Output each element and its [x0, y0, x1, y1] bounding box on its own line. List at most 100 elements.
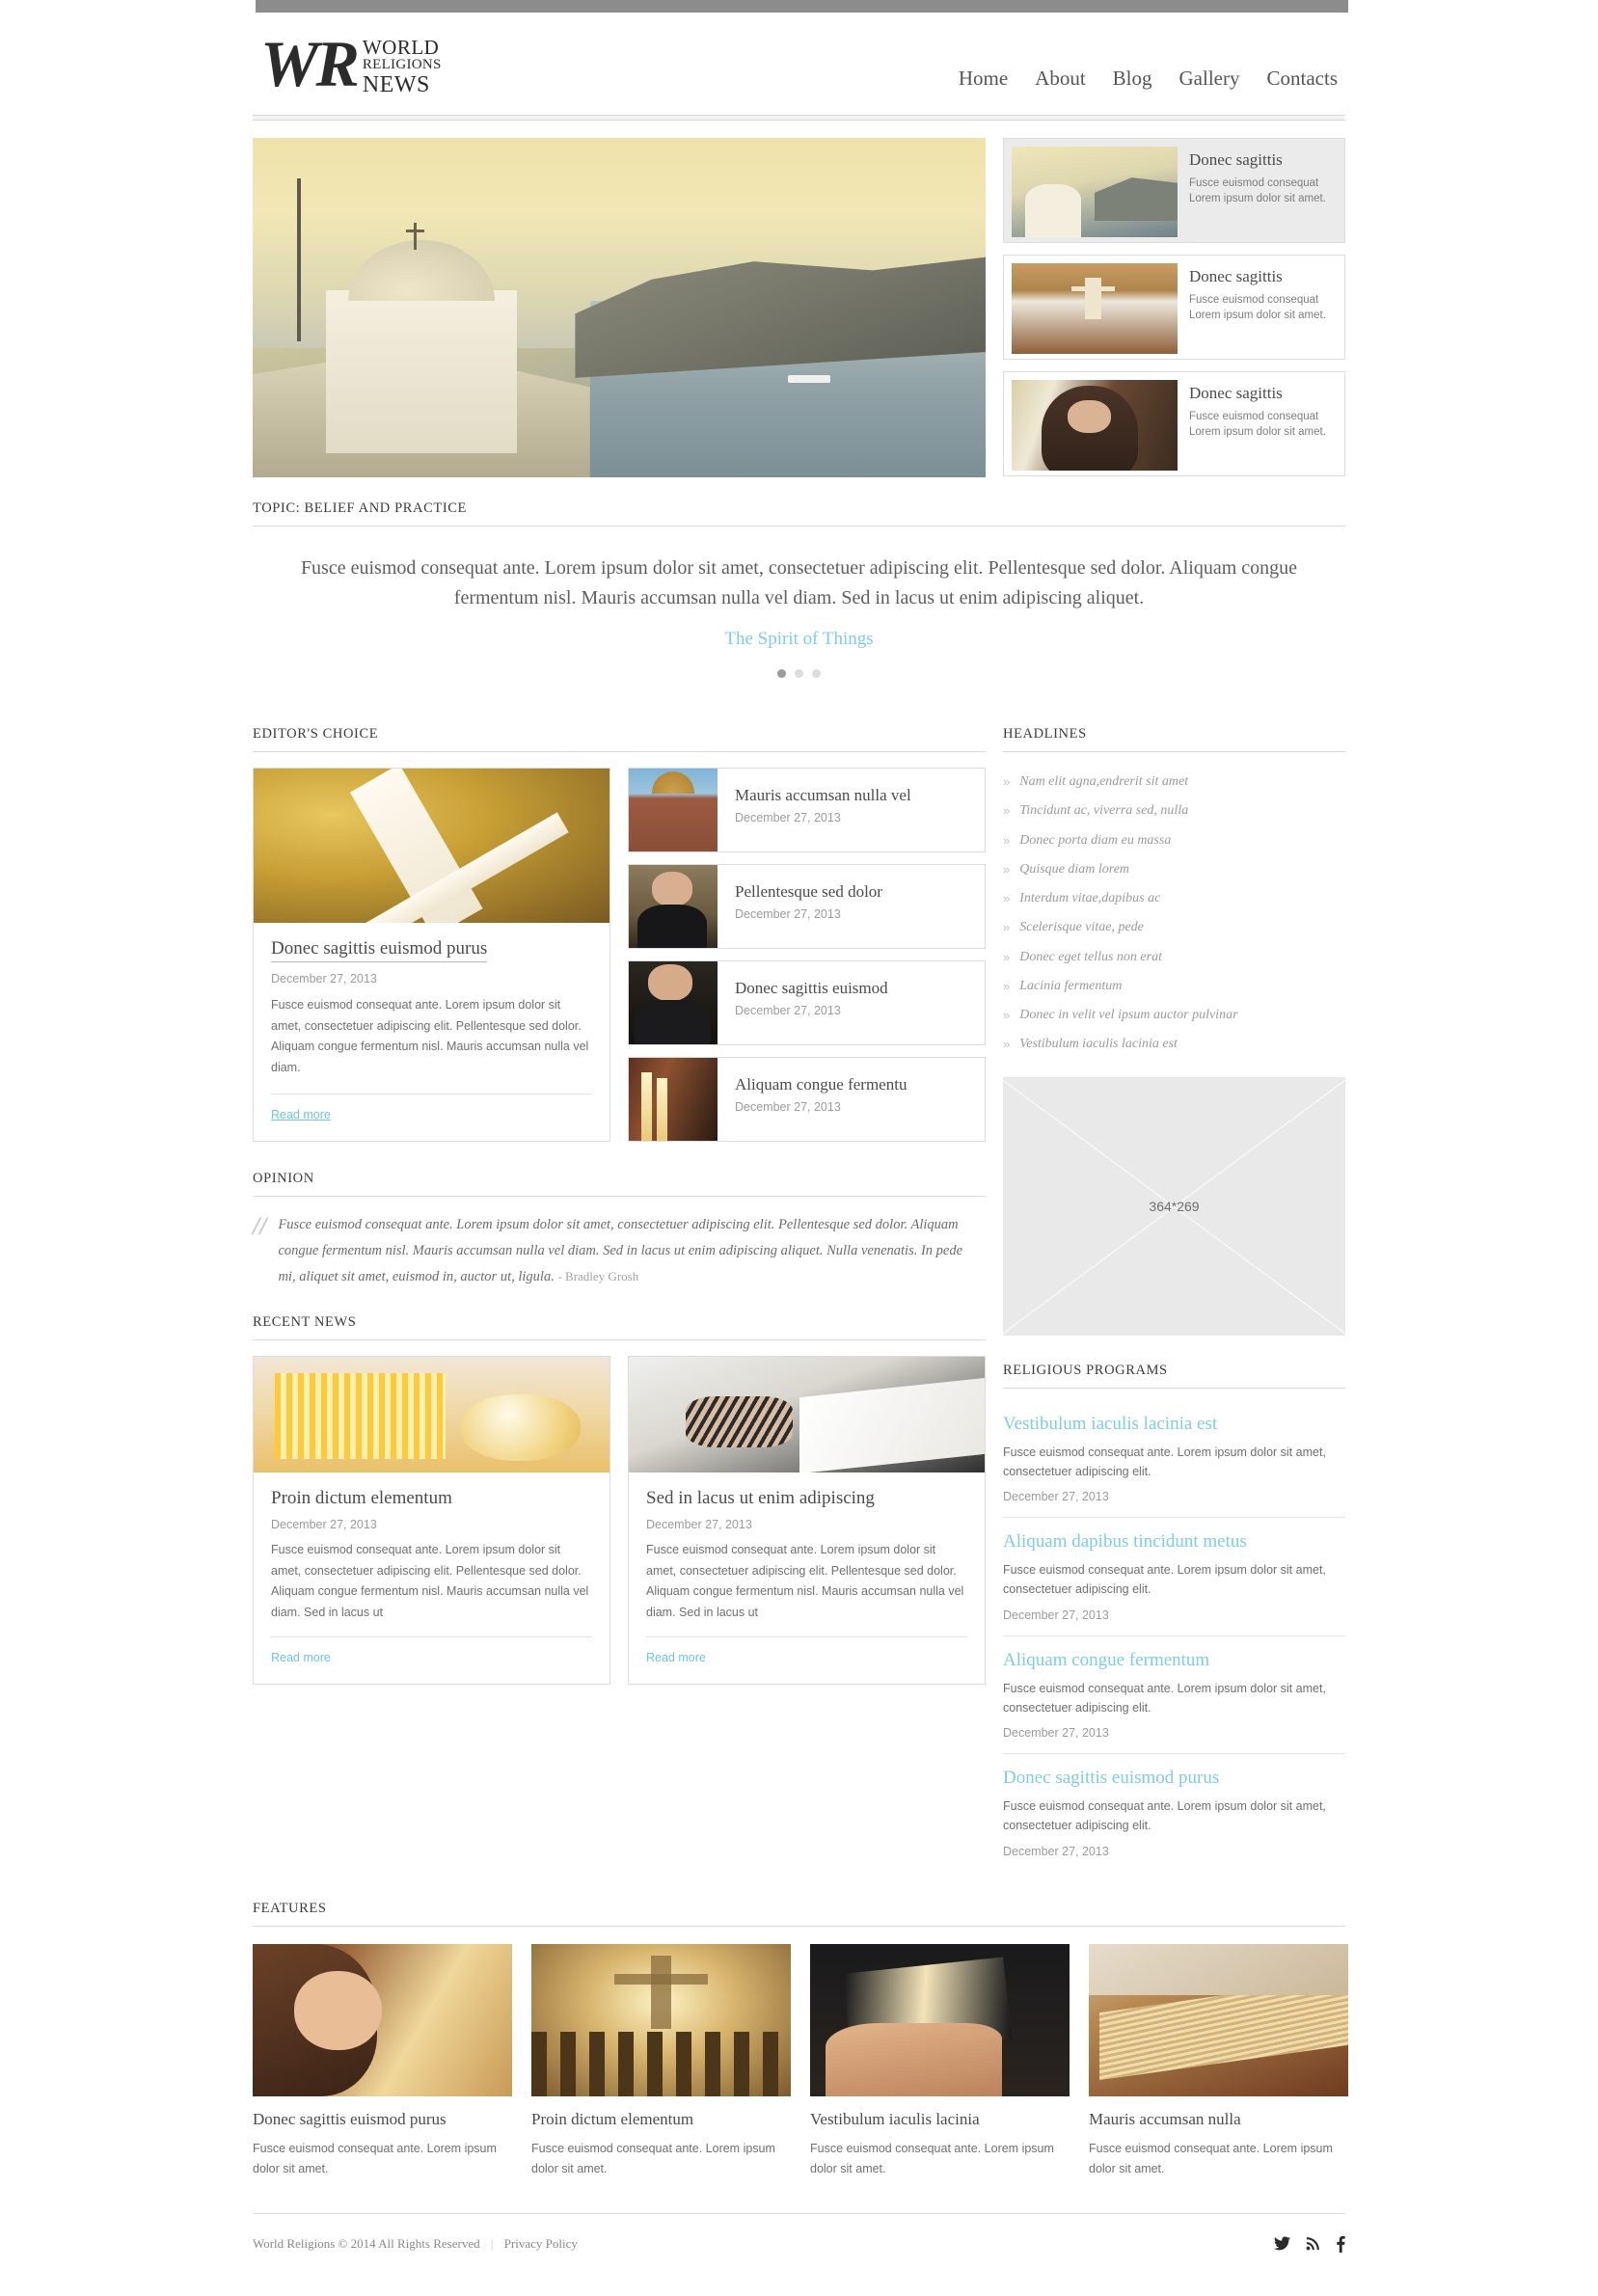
hero-card-line2: Lorem ipsum dolor sit amet. — [1189, 193, 1326, 205]
chevron-right-icon: » — [1003, 978, 1011, 993]
headline-item[interactable]: » Scelerisque vitae, pede — [1003, 913, 1345, 942]
features-header: FEATURES — [253, 1901, 1345, 1927]
social-links — [1274, 2235, 1345, 2253]
feature-card-title[interactable]: Donec sagittis euismod purus — [253, 2110, 512, 2129]
logo-wordmark: WORLD RELIGIONS NEWS — [363, 37, 442, 96]
hero-card[interactable]: Donec sagittis Fusce euismod consequat L… — [1003, 138, 1345, 243]
topic-link[interactable]: The Spirit of Things — [291, 629, 1307, 650]
headline-item[interactable]: » Donec in velit vel ipsum auctor pulvina… — [1003, 1001, 1345, 1030]
feature-card-title[interactable]: Mauris accumsan nulla — [1089, 2110, 1348, 2129]
recent-news-card[interactable]: Proin dictum elementum December 27, 2013… — [253, 1356, 610, 1686]
topic-paragraph: Fusce euismod consequat ante. Lorem ipsu… — [300, 557, 1298, 608]
headline-item[interactable]: » Nam elit agna,endrerit sit amet — [1003, 768, 1345, 797]
nav-item-gallery[interactable]: Gallery — [1179, 67, 1240, 91]
chevron-right-icon: » — [1003, 949, 1011, 964]
recent-news-read-more-link[interactable]: Read more — [646, 1651, 706, 1664]
nav-item-blog[interactable]: Blog — [1113, 67, 1152, 91]
recent-news-date: December 27, 2013 — [271, 1518, 377, 1532]
twitter-icon[interactable] — [1274, 2236, 1290, 2251]
feature-card[interactable]: Mauris accumsan nulla Fusce euismod cons… — [1089, 1943, 1348, 2180]
hero-main-image[interactable] — [253, 138, 986, 477]
hero-card-title: Donec sagittis — [1189, 150, 1283, 169]
list-item[interactable]: Aliquam congue fermentu December 27, 201… — [628, 1057, 986, 1142]
card-divider — [271, 1636, 592, 1638]
religious-programs-heading: RELIGIOUS PROGRAMS — [1003, 1362, 1168, 1378]
hero-card-thumbnail — [1012, 380, 1178, 471]
recent-news-card[interactable]: Sed in lacus ut enim adipiscing December… — [628, 1356, 986, 1686]
hero-card-line1: Fusce euismod consequat — [1189, 294, 1319, 306]
feature-card[interactable]: Proin dictum elementum Fusce euismod con… — [531, 1943, 791, 2180]
right-column: HEADLINES » Nam elit agna,endrerit sit am… — [1003, 703, 1345, 1872]
headline-item[interactable]: » Donec eget tellus non erat — [1003, 943, 1345, 972]
list-item[interactable]: Pellentesque sed dolor December 27, 2013 — [628, 864, 986, 949]
nav-item-contacts[interactable]: Contacts — [1267, 67, 1339, 91]
menorah-photo — [254, 1357, 609, 1473]
feature-read-more-link[interactable]: Read more — [271, 1108, 331, 1121]
religious-programs-header: RELIGIOUS PROGRAMS — [1003, 1363, 1345, 1389]
headline-item[interactable]: » Quisque diam lorem — [1003, 855, 1345, 884]
privacy-policy-link[interactable]: Privacy Policy — [504, 2236, 578, 2251]
program-date: December 27, 2013 — [1003, 1490, 1109, 1503]
quote-icon: // — [253, 1212, 267, 1240]
program-item[interactable]: Vestibulum iaculis lacinia est Fusce eui… — [1003, 1402, 1345, 1518]
headline-text: Donec in velit vel ipsum auctor pulvinar — [1019, 1008, 1238, 1022]
program-title[interactable]: Donec sagittis euismod purus — [1003, 1768, 1345, 1789]
editors-choice-feature-card[interactable]: Donec sagittis euismod purus December 27… — [253, 768, 610, 1142]
list-item-title[interactable]: Aliquam congue fermentu — [735, 1075, 907, 1094]
left-column: EDITOR'S CHOICE Donec sagittis euismod p… — [253, 703, 986, 1686]
program-title[interactable]: Vestibulum iaculis lacinia est — [1003, 1414, 1345, 1435]
feature-card[interactable]: Vestibulum iaculis lacinia Fusce euismod… — [810, 1943, 1070, 2180]
logo-mark: WR — [260, 27, 360, 100]
list-item-title[interactable]: Donec sagittis euismod — [735, 979, 888, 998]
hero-card-thumbnail — [1012, 263, 1178, 354]
slider-dot-3[interactable] — [812, 669, 821, 678]
program-date: December 27, 2013 — [1003, 1607, 1109, 1622]
recent-news-title[interactable]: Sed in lacus ut enim adipiscing — [646, 1488, 967, 1509]
feature-card[interactable]: Donec sagittis euismod purus Fusce euism… — [253, 1943, 512, 2180]
santorini-church-photo — [253, 138, 986, 477]
rss-icon[interactable] — [1306, 2236, 1320, 2251]
editors-choice-section: EDITOR'S CHOICE Donec sagittis euismod p… — [253, 726, 986, 1142]
feature-card-title[interactable]: Vestibulum iaculis lacinia — [810, 2110, 1070, 2129]
slider-dot-2[interactable] — [795, 669, 803, 678]
headline-item[interactable]: » Lacinia fermentum — [1003, 972, 1345, 1001]
recent-news-title[interactable]: Proin dictum elementum — [271, 1488, 592, 1509]
hero-card-title: Donec sagittis — [1189, 267, 1283, 285]
feature-card-text: Fusce euismod consequat ante. Lorem ipsu… — [810, 2141, 1054, 2176]
program-item[interactable]: Aliquam dapibus tincidunt metus Fusce eu… — [1003, 1518, 1345, 1636]
feature-excerpt: Fusce euismod consequat ante. Lorem ipsu… — [271, 998, 589, 1074]
feature-title[interactable]: Donec sagittis euismod purus — [271, 938, 488, 962]
editors-choice-heading: EDITOR'S CHOICE — [253, 726, 379, 742]
program-text: Fusce euismod consequat ante. Lorem ipsu… — [1003, 1445, 1326, 1478]
program-item[interactable]: Aliquam congue fermentum Fusce euismod c… — [1003, 1636, 1345, 1754]
recent-news-read-more-link[interactable]: Read more — [271, 1651, 331, 1664]
slider-dot-1[interactable] — [777, 669, 786, 678]
hero-card-line1: Fusce euismod consequat — [1189, 411, 1319, 422]
program-text: Fusce euismod consequat ante. Lorem ipsu… — [1003, 1799, 1326, 1833]
nav-item-about[interactable]: About — [1035, 67, 1086, 91]
list-item[interactable]: Mauris accumsan nulla vel December 27, 2… — [628, 768, 986, 852]
hero-card[interactable]: Donec sagittis Fusce euismod consequat L… — [1003, 371, 1345, 476]
religious-programs-section: RELIGIOUS PROGRAMS Vestibulum iaculis la… — [1003, 1363, 1345, 1872]
site-logo[interactable]: WR WORLD RELIGIONS NEWS — [260, 27, 442, 100]
card-divider — [646, 1636, 967, 1638]
program-item[interactable]: Donec sagittis euismod purus Fusce euism… — [1003, 1754, 1345, 1872]
program-title[interactable]: Aliquam dapibus tincidunt metus — [1003, 1531, 1345, 1553]
headline-item[interactable]: » Tincidunt ac, viverra sed, nulla — [1003, 797, 1345, 825]
hero-card[interactable]: Donec sagittis Fusce euismod consequat L… — [1003, 255, 1345, 360]
headline-item[interactable]: » Interdum vitae,dapibus ac — [1003, 884, 1345, 913]
list-item-thumbnail — [629, 769, 718, 851]
headline-item[interactable]: » Donec porta diam eu massa — [1003, 826, 1345, 855]
list-item-thumbnail — [629, 1058, 718, 1141]
list-item-title[interactable]: Mauris accumsan nulla vel — [735, 786, 911, 805]
headline-item[interactable]: » Vestibulum iaculis lacinia est — [1003, 1030, 1345, 1059]
list-item[interactable]: Donec sagittis euismod December 27, 2013 — [628, 960, 986, 1045]
list-item-date: December 27, 2013 — [735, 1100, 841, 1114]
list-item-title[interactable]: Pellentesque sed dolor — [735, 882, 882, 902]
program-title[interactable]: Aliquam congue fermentum — [1003, 1650, 1345, 1671]
open-bible-photo — [810, 1943, 1070, 2096]
facebook-icon[interactable] — [1336, 2235, 1345, 2253]
nav-item-home[interactable]: Home — [959, 67, 1008, 91]
hero-card-line2: Lorem ipsum dolor sit amet. — [1189, 426, 1326, 439]
feature-card-title[interactable]: Proin dictum elementum — [531, 2110, 791, 2129]
